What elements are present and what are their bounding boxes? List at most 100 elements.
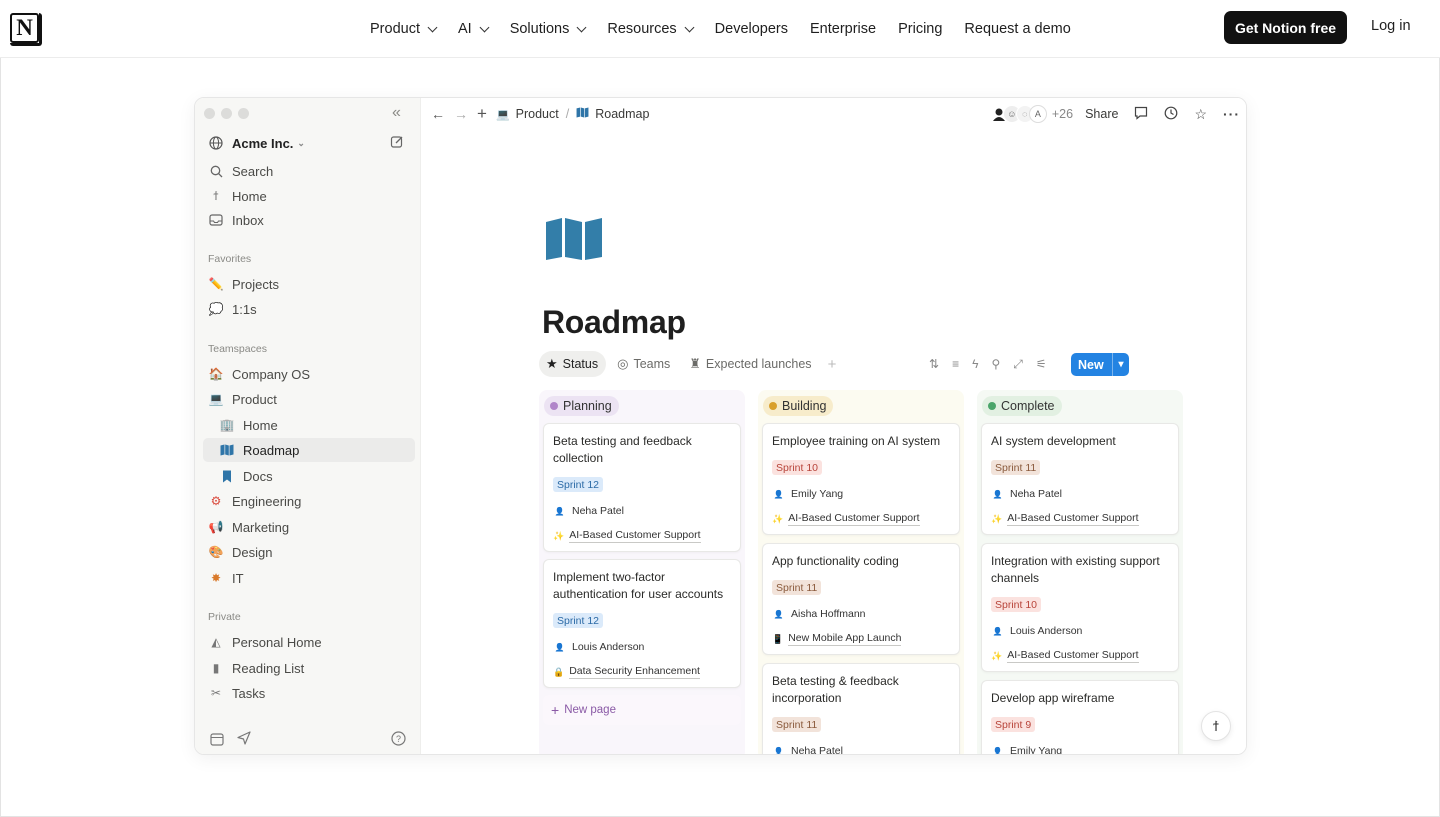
building-icon: 🏢	[219, 418, 235, 432]
project-link[interactable]: 🔒 Data Security Enhancement	[553, 664, 700, 680]
sidebar-item-engineering[interactable]: ⚙ Engineering	[203, 489, 415, 513]
collaborator-count[interactable]: +26	[1052, 107, 1073, 121]
get-notion-free-button[interactable]: Get Notion free	[1224, 11, 1347, 44]
help-icon[interactable]: ?	[391, 731, 406, 751]
sidebar-item-personal-home[interactable]: ◭ Personal Home	[203, 630, 415, 654]
add-page-icon[interactable]: +	[477, 104, 487, 124]
status-badge[interactable]: Building	[763, 396, 834, 416]
search-icon[interactable]: ⚲	[991, 357, 1000, 371]
assignee-name: Aisha Hoffmann	[791, 608, 866, 620]
back-arrow-icon[interactable]: ←	[431, 106, 445, 122]
breadcrumb: ← → + 💻 Product / Roadmap	[431, 103, 649, 125]
board-card[interactable]: Employee training on AI system Sprint 10…	[762, 423, 960, 535]
nav-enterprise[interactable]: Enterprise	[810, 21, 876, 37]
sidebar-item-search[interactable]: Search	[203, 159, 415, 183]
history-icon[interactable]	[1164, 106, 1178, 123]
expand-icon[interactable]: ⤢	[1013, 357, 1023, 372]
project-link[interactable]: 📱 New Mobile App Launch	[772, 631, 902, 647]
notion-logo-icon[interactable]: N	[10, 13, 42, 46]
filter-icon[interactable]: ≡	[952, 357, 959, 371]
project-link[interactable]: ✨ AI-Based Customer Support	[991, 511, 1139, 527]
tab-status[interactable]: ★ Status	[539, 351, 607, 377]
sidebar-item-projects[interactable]: ✏️ Projects	[203, 272, 415, 296]
sidebar: « Acme Inc. ⌄ Search ϯ Home Inbox Favori…	[195, 98, 421, 754]
board-card[interactable]: Beta testing & feedback incorporation Sp…	[762, 663, 960, 754]
card-title: Integration with existing support channe…	[991, 554, 1160, 585]
sidebar-item-inbox[interactable]: Inbox	[203, 208, 415, 232]
sidebar-item-label: Product	[232, 391, 277, 407]
workspace-switcher[interactable]: Acme Inc. ⌄	[203, 131, 415, 155]
sidebar-item-product-home[interactable]: 🏢 Home	[203, 413, 415, 437]
sidebar-item-roadmap[interactable]: Roadmap	[203, 438, 415, 462]
sidebar-item-product[interactable]: 💻 Product	[203, 387, 415, 411]
sidebar-item-marketing[interactable]: 📢 Marketing	[203, 515, 415, 539]
sidebar-item-docs[interactable]: Docs	[203, 464, 415, 488]
status-dot	[769, 402, 777, 410]
sidebar-item-company-os[interactable]: 🏠 Company OS	[203, 362, 415, 386]
automation-icon[interactable]: ϟ	[972, 357, 978, 371]
board-card[interactable]: Integration with existing support channe…	[981, 543, 1179, 672]
board-card[interactable]: Beta testing and feedback collection Spr…	[543, 423, 741, 552]
settings-sliders-icon[interactable]: ⚟	[1036, 357, 1047, 371]
sidebar-item-design[interactable]: 🎨 Design	[203, 540, 415, 564]
comment-icon[interactable]	[1134, 106, 1148, 123]
add-view-icon[interactable]: +	[828, 356, 837, 373]
forward-arrow-icon[interactable]: →	[454, 106, 468, 122]
house-icon: 🏠	[208, 367, 224, 381]
send-icon[interactable]	[237, 731, 251, 750]
project-link[interactable]: ✨ AI-Based Customer Support	[553, 528, 701, 544]
board-card[interactable]: AI system development Sprint 11 👤 Neha Pa…	[981, 423, 1179, 535]
tab-expected-launches[interactable]: ♜ Expected launches	[682, 351, 819, 377]
project-link[interactable]: ✨ AI-Based Customer Support	[772, 511, 920, 527]
calendar-icon[interactable]	[210, 732, 224, 751]
avatar[interactable]: A	[1028, 105, 1047, 123]
project-name: AI-Based Customer Support	[788, 512, 920, 526]
avatar: 👤	[992, 489, 1003, 499]
login-link[interactable]: Log in	[1371, 18, 1411, 34]
window-minimize-dot[interactable]	[221, 108, 232, 119]
card-title: AI system development	[991, 434, 1116, 448]
nav-ai[interactable]: AI	[458, 21, 490, 37]
board-card[interactable]: Develop app wireframe Sprint 9 👤 Emily Ya…	[981, 680, 1179, 754]
nav-pricing[interactable]: Pricing	[898, 21, 942, 37]
nav-product[interactable]: Product	[370, 21, 438, 37]
sidebar-item-reading-list[interactable]: ▮ Reading List	[203, 656, 415, 680]
sort-icon[interactable]: ⇅	[929, 357, 939, 371]
project-link[interactable]: ✨ AI-Based Customer Support	[991, 648, 1139, 664]
nav-developers[interactable]: Developers	[715, 21, 788, 37]
palette-icon: 🎨	[208, 545, 224, 559]
new-item-button[interactable]: New ▾	[1071, 353, 1129, 376]
nav-solutions[interactable]: Solutions	[510, 21, 587, 37]
nav-resources[interactable]: Resources	[607, 21, 695, 37]
card-title: App functionality coding	[772, 554, 899, 568]
tab-teams[interactable]: ◎ Teams	[610, 351, 678, 377]
new-page-icon[interactable]	[390, 135, 404, 152]
breadcrumb-product[interactable]: Product	[516, 107, 559, 121]
board-column-complete: Complete AI system development Sprint 11…	[977, 390, 1183, 754]
nav-request-demo[interactable]: Request a demo	[964, 21, 1070, 37]
speech-bubble-icon: 💭	[208, 302, 224, 316]
collapse-sidebar-icon[interactable]: «	[392, 104, 401, 122]
sidebar-item-label: 1:1s	[232, 301, 257, 317]
sidebar-item-label: Tasks	[232, 685, 266, 701]
page-title[interactable]: Roadmap	[542, 304, 686, 341]
breadcrumb-roadmap[interactable]: Roadmap	[595, 107, 649, 121]
board-card[interactable]: App functionality coding Sprint 11 👤 Aish…	[762, 543, 960, 655]
help-assistant-button[interactable]: ϯ	[1201, 711, 1231, 741]
share-button[interactable]: Share	[1085, 107, 1118, 121]
sidebar-item-1-1s[interactable]: 💭 1:1s	[203, 297, 415, 321]
new-page-button[interactable]: + New page	[543, 695, 741, 725]
more-icon[interactable]: ···	[1223, 106, 1240, 122]
page-map-icon[interactable]	[545, 217, 603, 261]
star-icon[interactable]: ☆	[1194, 106, 1207, 123]
status-badge[interactable]: Complete	[982, 396, 1062, 416]
status-badge[interactable]: Planning	[544, 396, 619, 416]
sidebar-item-home[interactable]: ϯ Home	[203, 184, 415, 208]
window-close-dot[interactable]	[204, 108, 215, 119]
sidebar-item-it[interactable]: ✸ IT	[203, 566, 415, 590]
column-title: Complete	[1001, 399, 1055, 413]
window-zoom-dot[interactable]	[238, 108, 249, 119]
chevron-down-icon[interactable]: ▾	[1112, 353, 1129, 376]
sidebar-item-tasks[interactable]: ✂ Tasks	[203, 681, 415, 705]
board-card[interactable]: Implement two-factor authentication for …	[543, 559, 741, 688]
